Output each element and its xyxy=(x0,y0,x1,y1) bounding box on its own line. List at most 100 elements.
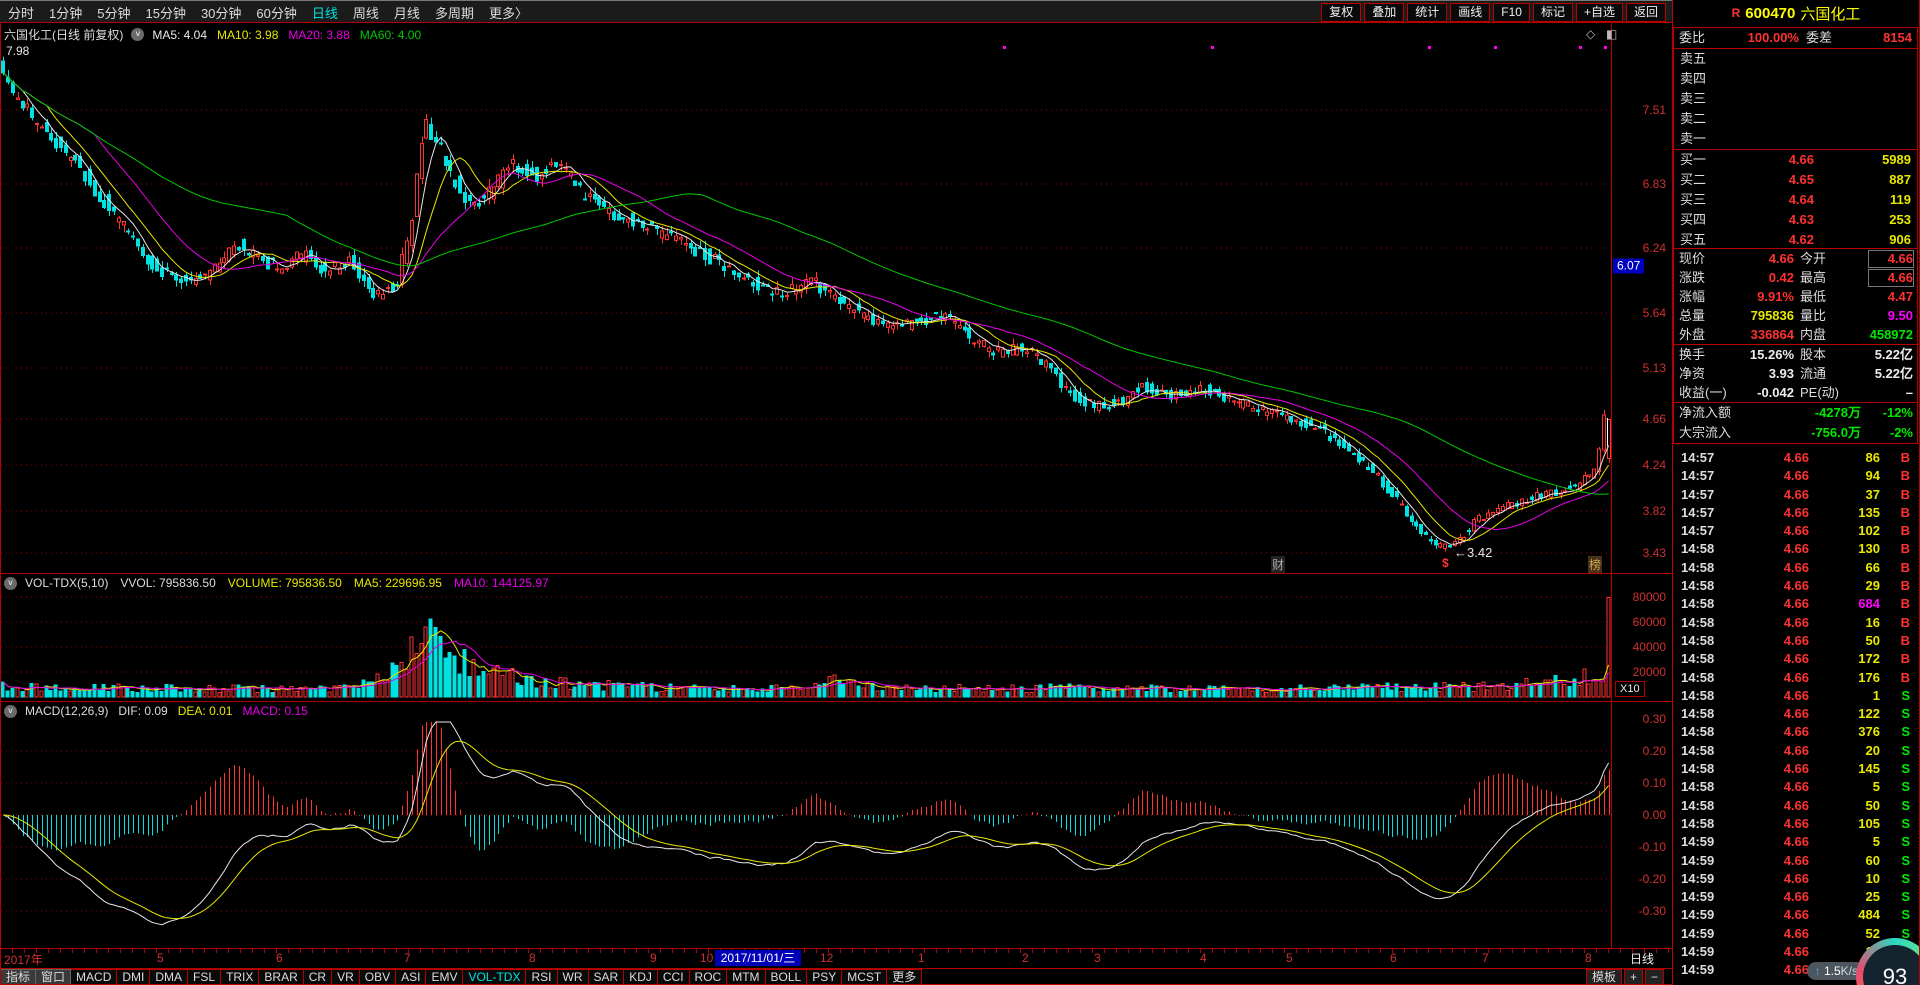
buy-row-5[interactable]: 买五4.62906 xyxy=(1674,230,1917,250)
tick-row[interactable]: 14:594.6660S xyxy=(1673,852,1918,870)
marker-dot xyxy=(1604,46,1607,49)
toolbar-item-mtm[interactable]: MTM xyxy=(727,969,765,985)
tick-row[interactable]: 14:594.66484S xyxy=(1673,906,1918,924)
toolbar-item-psy[interactable]: PSY xyxy=(807,969,842,985)
tick-row[interactable]: 14:584.6650S xyxy=(1673,797,1918,815)
fuquan-button[interactable]: 复权 xyxy=(1321,3,1361,22)
toolbar-item-mcst[interactable]: MCST xyxy=(842,969,887,985)
tick-row[interactable]: 14:594.665S xyxy=(1673,833,1918,851)
zoom-out-button[interactable]: − xyxy=(1645,969,1664,985)
pane-split-icon[interactable]: ◧ xyxy=(1606,27,1617,41)
toolbar-item-vr[interactable]: VR xyxy=(332,969,360,985)
toolbar-item-cr[interactable]: CR xyxy=(304,969,332,985)
tick-row[interactable]: 14:584.6616B xyxy=(1673,614,1918,632)
drawline-button[interactable]: 画线 xyxy=(1450,3,1490,22)
back-button[interactable]: 返回 xyxy=(1626,3,1666,22)
sell-row-1[interactable]: 卖一 xyxy=(1674,129,1917,149)
toolbar-item-boll[interactable]: BOLL xyxy=(766,969,808,985)
sell-row-2[interactable]: 卖二 xyxy=(1674,109,1917,129)
diamond-icon[interactable]: ◇ xyxy=(1586,27,1595,41)
collapse-icon[interactable]: ˅ xyxy=(4,577,17,590)
toolbar-item-asi[interactable]: ASI xyxy=(396,969,426,985)
toolbar-item-window[interactable]: 窗口 xyxy=(36,969,71,985)
sell-row-3[interactable]: 卖三 xyxy=(1674,89,1917,109)
tick-row[interactable]: 14:574.6694B xyxy=(1673,467,1918,485)
weicha-label: 委差 xyxy=(1806,28,1832,48)
tick-row[interactable]: 14:594.6610S xyxy=(1673,870,1918,888)
collapse-icon[interactable]: ˅ xyxy=(4,705,17,718)
tick-row[interactable]: 14:584.6650B xyxy=(1673,632,1918,650)
period-tab-fenshi[interactable]: 分时 xyxy=(8,3,34,22)
toolbar-item-obv[interactable]: OBV xyxy=(360,969,396,985)
period-tab-daily[interactable]: 日线 xyxy=(312,3,338,22)
tick-row[interactable]: 14:584.66130B xyxy=(1673,540,1918,558)
template-button[interactable]: 模板 xyxy=(1586,969,1622,985)
period-tab-m30[interactable]: 30分钟 xyxy=(201,3,241,22)
tick-row[interactable]: 14:584.66172B xyxy=(1673,650,1918,668)
tick-row[interactable]: 14:584.66376S xyxy=(1673,723,1918,741)
tick-row[interactable]: 14:584.6666B xyxy=(1673,559,1918,577)
flow-row: 大宗流入-756.0万-2% xyxy=(1674,423,1917,443)
toolbar-item-wr[interactable]: WR xyxy=(558,969,589,985)
period-tab-m15[interactable]: 15分钟 xyxy=(145,3,185,22)
toolbar-item-dmi[interactable]: DMI xyxy=(117,969,150,985)
tick-row[interactable]: 14:574.66102B xyxy=(1673,522,1918,540)
tick-row[interactable]: 14:584.6620S xyxy=(1673,742,1918,760)
overlay-button[interactable]: 叠加 xyxy=(1364,3,1404,22)
tick-row[interactable]: 14:594.6625S xyxy=(1673,888,1918,906)
toolbar-item-kdj[interactable]: KDJ xyxy=(624,969,658,985)
tick-row[interactable]: 14:584.66145S xyxy=(1673,760,1918,778)
sell-row-4[interactable]: 卖四 xyxy=(1674,69,1917,89)
event-marker-2[interactable]: 榜 xyxy=(1588,556,1602,573)
toolbar-item-dma[interactable]: DMA xyxy=(150,969,188,985)
tick-row[interactable]: 14:574.6686B xyxy=(1673,449,1918,467)
toolbar-item-vol-tdx[interactable]: VOL-TDX xyxy=(463,969,526,985)
period-indicator[interactable]: 日线 xyxy=(1614,950,1670,967)
event-marker-1[interactable]: $ xyxy=(1441,556,1450,570)
tick-row[interactable]: 14:584.665S xyxy=(1673,778,1918,796)
tick-row[interactable]: 14:584.66684B xyxy=(1673,595,1918,613)
toolbar-item-sar[interactable]: SAR xyxy=(589,969,625,985)
sell-row-5[interactable]: 卖五 xyxy=(1674,49,1917,69)
period-tab-weekly[interactable]: 周线 xyxy=(353,3,379,22)
event-marker-0[interactable]: 财 xyxy=(1271,556,1285,573)
f10-button[interactable]: F10 xyxy=(1493,3,1530,22)
tick-row[interactable]: 14:584.66176B xyxy=(1673,669,1918,687)
toolbar-item-indicator[interactable]: 指标 xyxy=(0,969,36,985)
period-tab-more[interactable]: 更多〉 xyxy=(489,3,528,22)
buy-row-4[interactable]: 买四4.63253 xyxy=(1674,210,1917,230)
toolbar-item-cci[interactable]: CCI xyxy=(658,969,690,985)
stats-button[interactable]: 统计 xyxy=(1407,3,1447,22)
buy-row-2[interactable]: 买二4.65887 xyxy=(1674,170,1917,190)
collapse-icon[interactable]: ˅ xyxy=(131,28,144,41)
candlestick-chart[interactable] xyxy=(1,44,1611,572)
tick-row[interactable]: 14:584.66122S xyxy=(1673,705,1918,723)
period-tab-m5[interactable]: 5分钟 xyxy=(97,3,130,22)
tick-row[interactable]: 14:584.6629B xyxy=(1673,577,1918,595)
toolbar-item-brar[interactable]: BRAR xyxy=(259,969,303,985)
tick-row[interactable]: 14:574.6637B xyxy=(1673,486,1918,504)
zoom-in-button[interactable]: + xyxy=(1624,969,1643,985)
tick-row[interactable]: 14:584.661S xyxy=(1673,687,1918,705)
macd-chart[interactable] xyxy=(1,720,1611,948)
toolbar-item-macd[interactable]: MACD xyxy=(71,969,117,985)
period-tab-m1[interactable]: 1分钟 xyxy=(49,3,82,22)
toolbar-item-rsi[interactable]: RSI xyxy=(526,969,557,985)
period-tab-monthly[interactable]: 月线 xyxy=(394,3,420,22)
tick-volume: 5 xyxy=(1810,833,1880,851)
toolbar-item-emv[interactable]: EMV xyxy=(426,969,463,985)
toolbar-item-trix[interactable]: TRIX xyxy=(221,969,259,985)
toolbar-item-fsl[interactable]: FSL xyxy=(188,969,221,985)
mark-button[interactable]: 标记 xyxy=(1533,3,1573,22)
period-tab-m60[interactable]: 60分钟 xyxy=(256,3,296,22)
volume-chart[interactable] xyxy=(1,592,1611,700)
addwatch-button[interactable]: +自选 xyxy=(1576,3,1623,22)
toolbar-item-roc[interactable]: ROC xyxy=(690,969,728,985)
buy-row-3[interactable]: 买三4.64119 xyxy=(1674,190,1917,210)
tick-list[interactable]: 14:574.6686B14:574.6694B14:574.6637B14:5… xyxy=(1673,443,1918,985)
period-tab-multi[interactable]: 多周期 xyxy=(435,3,474,22)
toolbar-item-more[interactable]: 更多 xyxy=(887,969,922,985)
tick-row[interactable]: 14:584.66105S xyxy=(1673,815,1918,833)
tick-row[interactable]: 14:574.66135B xyxy=(1673,504,1918,522)
buy-row-1[interactable]: 买一4.665989 xyxy=(1674,149,1917,170)
